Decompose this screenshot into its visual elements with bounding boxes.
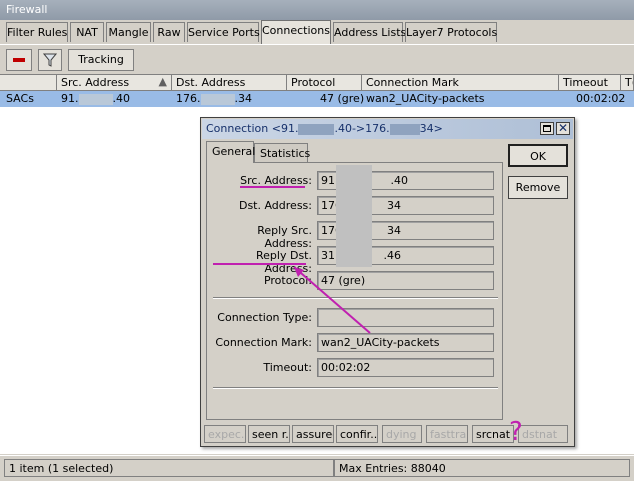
item-count: 1 item (1 selected)	[4, 459, 334, 477]
column-header-src-address[interactable]: Src. Address ▲	[57, 75, 172, 91]
tab-layer7-protocols[interactable]: Layer7 Protocols	[405, 22, 497, 42]
tab-address-lists[interactable]: Address Lists	[333, 22, 406, 42]
connection-mark-label: Connection Mark:	[215, 336, 312, 349]
flag-dstnat: dstnat	[518, 425, 568, 443]
tab-mangle[interactable]: Mangle	[106, 22, 151, 42]
flag-fasttrack: fasttra...	[426, 425, 468, 443]
dst-address-label: Dst. Address:	[238, 199, 312, 212]
row-connection-mark: wan2_UACity-packets	[366, 92, 485, 105]
connection-mark-field[interactable]: wan2_UACity-packets	[317, 333, 494, 352]
toolbar: Tracking	[0, 44, 634, 74]
timeout-label: Timeout:	[263, 361, 312, 374]
tab-filter-rules[interactable]: Filter Rules	[6, 22, 68, 42]
redaction-mask	[336, 165, 372, 267]
redaction-blur	[200, 93, 235, 105]
flag-confirmed: confir...	[336, 425, 378, 443]
maximize-icon	[543, 125, 551, 132]
reply-dst-address-label: Reply Dst. Address:	[256, 249, 312, 275]
flag-srcnat: srcnat	[472, 425, 514, 443]
column-header-timeout[interactable]: Timeout	[559, 75, 621, 91]
timeout-field[interactable]: 00:02:02	[317, 358, 494, 377]
flag-assured: assured	[292, 425, 334, 443]
row-timeout: 00:02:02	[576, 92, 626, 105]
tab-connections[interactable]: Connections	[261, 20, 331, 44]
column-header-flags[interactable]	[0, 75, 57, 91]
window-title: Firewall	[0, 0, 634, 20]
sort-ascending-icon: ▲	[158, 75, 167, 88]
ok-button[interactable]: OK	[508, 144, 568, 167]
status-bar: 1 item (1 selected) Max Entries: 88040	[0, 455, 634, 481]
dialog-title: Connection <91. .40->176. 34> ✕	[202, 119, 573, 139]
table-row[interactable]: SACs 91. .40 176. .34 47 (gre) wan2_UACity…	[0, 91, 634, 107]
funnel-icon	[43, 53, 57, 67]
separator	[213, 297, 498, 299]
filter-button[interactable]	[38, 49, 62, 71]
separator	[213, 387, 498, 389]
row-src-address: 91. .40	[61, 92, 130, 105]
column-header-connection-mark[interactable]: Connection Mark	[362, 75, 559, 91]
redaction-blur	[298, 123, 335, 135]
minus-icon	[13, 58, 25, 62]
tab-bar: Filter Rules NAT Mangle Raw Service Port…	[0, 20, 634, 44]
protocol-label: Protocol:	[263, 274, 312, 287]
remove-button[interactable]	[6, 49, 32, 71]
protocol-field[interactable]: 47 (gre)	[317, 271, 494, 290]
redaction-blur	[389, 123, 420, 135]
flag-dying: dying	[382, 425, 422, 443]
flag-seen-reply: seen r...	[248, 425, 290, 443]
remove-connection-button[interactable]: Remove	[508, 176, 568, 199]
tracking-button[interactable]: Tracking	[68, 49, 134, 71]
column-header-truncated[interactable]: T(	[621, 75, 634, 91]
row-dst-address: 176. .34	[176, 92, 252, 105]
tab-raw[interactable]: Raw	[153, 22, 185, 42]
src-address-label: Src. Address:	[240, 174, 312, 187]
row-flags: SACs	[6, 92, 34, 105]
column-header-dst-address[interactable]: Dst. Address	[172, 75, 287, 91]
flag-expected: expec...	[204, 425, 246, 443]
tab-general[interactable]: General	[206, 141, 255, 163]
column-header-protocol[interactable]: Protocol	[287, 75, 362, 91]
tab-nat[interactable]: NAT	[70, 22, 104, 42]
max-entries: Max Entries: 88040	[334, 459, 630, 477]
general-panel: Src. Address: 91. .40 Dst. Address: 176 34…	[206, 162, 503, 420]
tab-statistics[interactable]: Statistics	[254, 143, 310, 163]
row-protocol: 47 (gre)	[320, 92, 365, 105]
connection-type-label: Connection Type:	[217, 311, 312, 324]
maximize-button[interactable]	[540, 122, 554, 135]
close-button[interactable]: ✕	[556, 121, 570, 135]
close-icon: ✕	[558, 121, 569, 135]
connection-type-field[interactable]	[317, 308, 494, 327]
redaction-blur	[78, 93, 113, 105]
tab-service-ports[interactable]: Service Ports	[187, 22, 260, 42]
reply-src-address-label: Reply Src. Address:	[257, 224, 312, 250]
connection-dialog: Connection <91. .40->176. 34> ✕ General St…	[200, 117, 575, 447]
